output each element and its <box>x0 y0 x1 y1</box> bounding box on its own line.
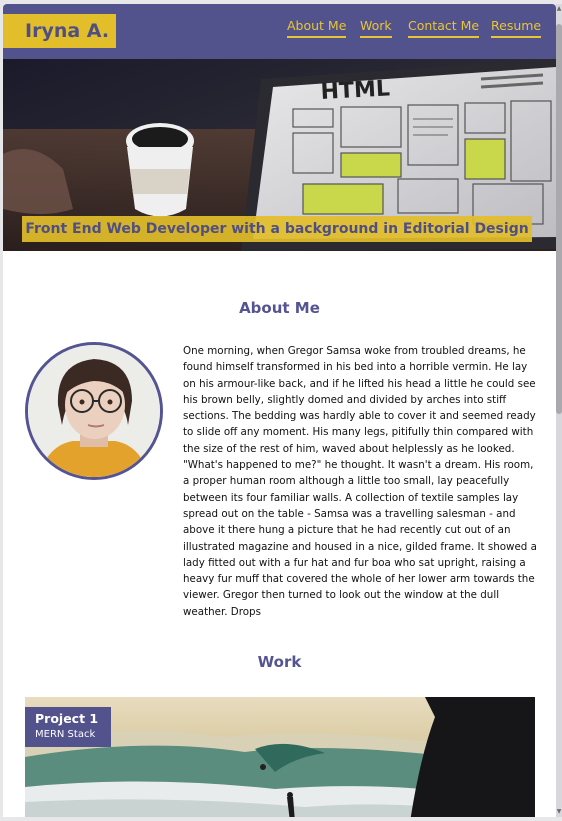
scroll-down-arrow-icon[interactable]: ▼ <box>556 807 562 817</box>
avatar <box>25 342 163 480</box>
nav-link-contact-me[interactable]: Contact Me <box>408 18 480 38</box>
hero-screen-text: HTML <box>320 76 391 105</box>
project-stack: MERN Stack <box>35 729 96 740</box>
project-label: Project 1 MERN Stack <box>25 707 111 747</box>
scroll-up-arrow-icon[interactable]: ▲ <box>556 4 562 14</box>
about-section-title: About Me <box>239 299 320 317</box>
site-logo[interactable]: Iryna A. <box>3 14 116 48</box>
scrollbar[interactable]: ▲ ▼ <box>556 4 562 817</box>
nav-link-resume[interactable]: Resume <box>491 18 542 38</box>
avatar-photo <box>28 345 160 477</box>
project-name: Project 1 <box>35 711 99 726</box>
nav-link-about-me[interactable]: About Me <box>287 18 347 38</box>
site-header: Iryna A. About Me Work Contact Me Resume <box>3 4 556 59</box>
hero-banner: HTML Front End Web Developer with a back… <box>3 59 556 251</box>
about-bio-text: One morning, when Gregor Samsa woke from… <box>183 345 537 618</box>
hero-tagline: Front End Web Developer with a backgroun… <box>22 216 532 242</box>
work-section-title: Work <box>257 653 302 671</box>
page: Iryna A. About Me Work Contact Me Resume <box>3 4 556 817</box>
project-card[interactable]: Project 1 MERN Stack <box>25 697 535 817</box>
scrollbar-thumb[interactable] <box>556 24 562 414</box>
nav-link-work[interactable]: Work <box>360 18 392 38</box>
